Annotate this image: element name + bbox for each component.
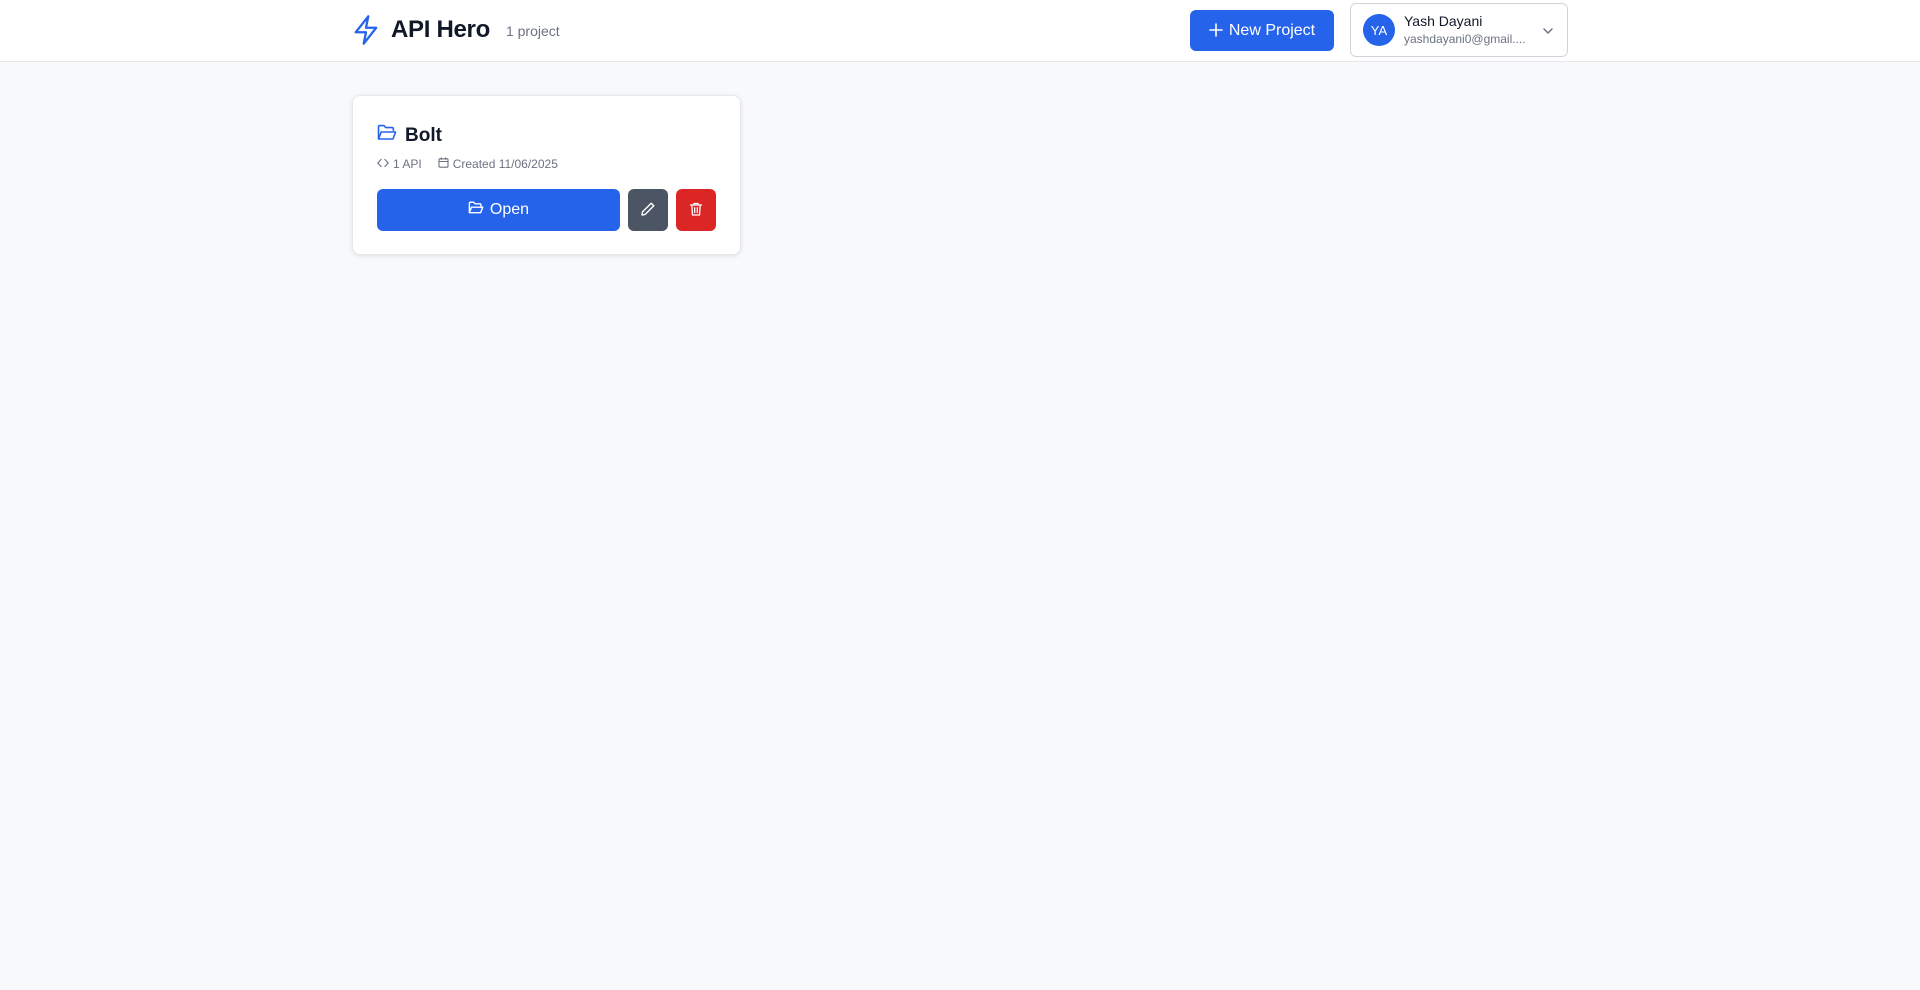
open-label: Open <box>489 201 530 218</box>
api-count-label: 1 API <box>393 157 422 171</box>
top-header: API Hero 1 project New Project YA Yash D… <box>0 0 1920 62</box>
folder-open-icon <box>377 124 397 147</box>
app-title: API Hero <box>391 16 490 43</box>
project-card: Bolt 1 API Created 11/06/2025 Open <box>352 95 741 255</box>
new-project-label: New Project <box>1228 21 1316 39</box>
lightning-bolt-icon <box>352 14 382 46</box>
created-date-label: Created 11/06/2025 <box>452 157 558 171</box>
project-meta: 1 API Created 11/06/2025 <box>377 157 558 171</box>
user-info: Yash Dayani yashdayani0@gmail.... <box>1404 13 1544 47</box>
user-email: yashdayani0@gmail.... <box>1404 32 1526 46</box>
trash-icon <box>688 201 704 220</box>
avatar: YA <box>1363 14 1395 46</box>
folder-open-icon <box>468 201 490 220</box>
pencil-icon <box>640 201 656 220</box>
open-project-button[interactable]: Open <box>377 189 620 231</box>
project-title-row: Bolt <box>377 124 442 147</box>
brand: API Hero 1 project <box>352 13 560 47</box>
plus-icon <box>1209 22 1223 40</box>
user-menu[interactable]: YA Yash Dayani yashdayani0@gmail.... <box>1350 3 1568 57</box>
user-name: Yash Dayani <box>1404 13 1483 29</box>
edit-project-button[interactable] <box>628 189 668 231</box>
code-icon <box>377 157 393 171</box>
api-count: 1 API <box>377 157 422 171</box>
project-count: 1 project <box>505 23 560 39</box>
delete-project-button[interactable] <box>676 189 716 231</box>
created-date: Created 11/06/2025 <box>438 157 558 171</box>
project-name: Bolt <box>405 124 442 146</box>
chevron-down-icon <box>1541 24 1555 38</box>
new-project-button[interactable]: New Project <box>1190 10 1334 51</box>
calendar-icon <box>438 157 453 171</box>
